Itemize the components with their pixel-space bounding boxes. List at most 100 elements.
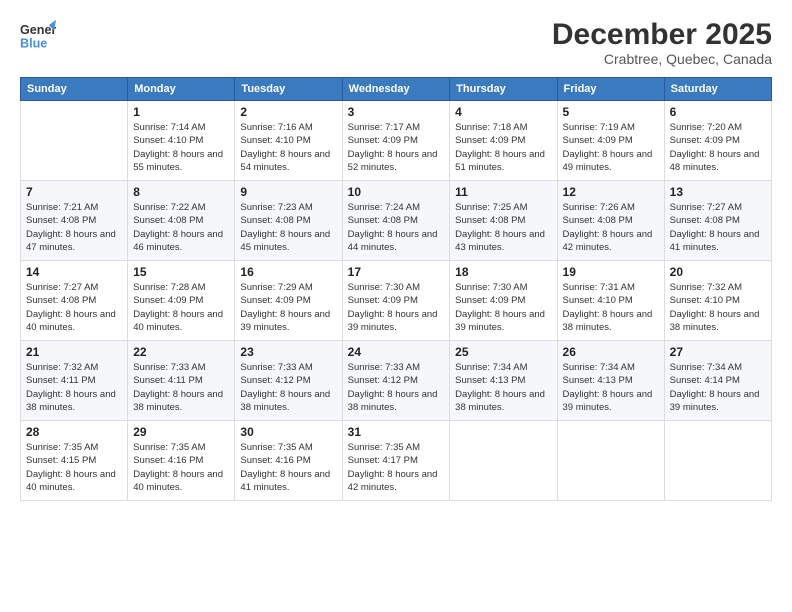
day-info: Sunrise: 7:33 AMSunset: 4:12 PMDaylight:… [240,361,336,414]
day-number: 7 [26,185,122,199]
weekday-header-friday: Friday [557,78,664,101]
calendar-cell: 12 Sunrise: 7:26 AMSunset: 4:08 PMDayligh… [557,181,664,261]
calendar-week-row: 1Sunrise: 7:14 AMSunset: 4:10 PMDaylight… [21,101,772,181]
day-info: Sunrise: 7:30 AMSunset: 4:09 PMDaylight:… [455,281,551,334]
day-info: Sunrise: 7:16 AMSunset: 4:10 PMDaylight:… [240,121,336,174]
day-info: Sunrise: 7:26 AMSunset: 4:08 PMDaylight:… [563,201,659,254]
day-number: 1 [133,105,229,119]
day-number: 26 [563,345,659,359]
calendar-cell: 25 Sunrise: 7:34 AMSunset: 4:13 PMDayligh… [450,341,557,421]
day-number: 28 [26,425,122,439]
day-number: 9 [240,185,336,199]
day-info: Sunrise: 7:19 AMSunset: 4:09 PMDaylight:… [563,121,659,174]
day-info: Sunrise: 7:27 AMSunset: 4:08 PMDaylight:… [26,281,122,334]
day-info: Sunrise: 7:29 AMSunset: 4:09 PMDaylight:… [240,281,336,334]
calendar-cell [664,421,771,501]
day-number: 14 [26,265,122,279]
calendar-cell: 20 Sunrise: 7:32 AMSunset: 4:10 PMDayligh… [664,261,771,341]
calendar-header-row: SundayMondayTuesdayWednesdayThursdayFrid… [21,78,772,101]
day-info: Sunrise: 7:18 AMSunset: 4:09 PMDaylight:… [455,121,551,174]
calendar-cell: 16 Sunrise: 7:29 AMSunset: 4:09 PMDayligh… [235,261,342,341]
logo-icon: General Blue [20,18,56,54]
calendar-cell [21,101,128,181]
weekday-header-tuesday: Tuesday [235,78,342,101]
calendar-cell [450,421,557,501]
calendar-cell: 31Sunrise: 7:35 AMSunset: 4:17 PMDayligh… [342,421,450,501]
logo: General Blue [20,18,60,54]
calendar-cell: 4 Sunrise: 7:18 AMSunset: 4:09 PMDaylight… [450,101,557,181]
calendar-cell: 10Sunrise: 7:24 AMSunset: 4:08 PMDayligh… [342,181,450,261]
location-subtitle: Crabtree, Quebec, Canada [552,51,772,67]
day-info: Sunrise: 7:32 AMSunset: 4:11 PMDaylight:… [26,361,122,414]
calendar-cell: 30 Sunrise: 7:35 AMSunset: 4:16 PMDayligh… [235,421,342,501]
calendar-cell: 27 Sunrise: 7:34 AMSunset: 4:14 PMDayligh… [664,341,771,421]
calendar-cell: 28 Sunrise: 7:35 AMSunset: 4:15 PMDayligh… [21,421,128,501]
day-info: Sunrise: 7:32 AMSunset: 4:10 PMDaylight:… [670,281,766,334]
calendar-cell: 1Sunrise: 7:14 AMSunset: 4:10 PMDaylight… [128,101,235,181]
calendar-cell: 8Sunrise: 7:22 AMSunset: 4:08 PMDaylight… [128,181,235,261]
calendar-cell: 7 Sunrise: 7:21 AMSunset: 4:08 PMDaylight… [21,181,128,261]
day-info: Sunrise: 7:25 AMSunset: 4:08 PMDaylight:… [455,201,551,254]
day-number: 6 [670,105,766,119]
calendar-cell: 24 Sunrise: 7:33 AMSunset: 4:12 PMDayligh… [342,341,450,421]
day-number: 21 [26,345,122,359]
svg-text:Blue: Blue [20,37,47,51]
calendar-table: SundayMondayTuesdayWednesdayThursdayFrid… [20,77,772,501]
month-title: December 2025 [552,18,772,51]
day-info: Sunrise: 7:23 AMSunset: 4:08 PMDaylight:… [240,201,336,254]
calendar-cell: 29 Sunrise: 7:35 AMSunset: 4:16 PMDayligh… [128,421,235,501]
calendar-cell: 5 Sunrise: 7:19 AMSunset: 4:09 PMDaylight… [557,101,664,181]
day-number: 30 [240,425,336,439]
calendar-cell: 2Sunrise: 7:16 AMSunset: 4:10 PMDaylight… [235,101,342,181]
day-info: Sunrise: 7:20 AMSunset: 4:09 PMDaylight:… [670,121,766,174]
calendar-week-row: 14 Sunrise: 7:27 AMSunset: 4:08 PMDayligh… [21,261,772,341]
calendar-cell [557,421,664,501]
day-number: 20 [670,265,766,279]
weekday-header-thursday: Thursday [450,78,557,101]
day-info: Sunrise: 7:33 AMSunset: 4:11 PMDaylight:… [133,361,229,414]
day-number: 15 [133,265,229,279]
day-number: 22 [133,345,229,359]
calendar-week-row: 21 Sunrise: 7:32 AMSunset: 4:11 PMDayligh… [21,341,772,421]
day-info: Sunrise: 7:27 AMSunset: 4:08 PMDaylight:… [670,201,766,254]
day-number: 12 [563,185,659,199]
day-number: 5 [563,105,659,119]
calendar-cell: 15 Sunrise: 7:28 AMSunset: 4:09 PMDayligh… [128,261,235,341]
day-info: Sunrise: 7:35 AMSunset: 4:15 PMDaylight:… [26,441,122,494]
day-info: Sunrise: 7:35 AMSunset: 4:16 PMDaylight:… [133,441,229,494]
day-number: 13 [670,185,766,199]
weekday-header-saturday: Saturday [664,78,771,101]
day-info: Sunrise: 7:21 AMSunset: 4:08 PMDaylight:… [26,201,122,254]
calendar-cell: 18 Sunrise: 7:30 AMSunset: 4:09 PMDayligh… [450,261,557,341]
weekday-header-wednesday: Wednesday [342,78,450,101]
weekday-header-sunday: Sunday [21,78,128,101]
calendar-cell: 14 Sunrise: 7:27 AMSunset: 4:08 PMDayligh… [21,261,128,341]
calendar-cell: 23 Sunrise: 7:33 AMSunset: 4:12 PMDayligh… [235,341,342,421]
day-number: 18 [455,265,551,279]
day-number: 8 [133,185,229,199]
day-number: 29 [133,425,229,439]
day-info: Sunrise: 7:34 AMSunset: 4:13 PMDaylight:… [455,361,551,414]
day-number: 31 [348,425,445,439]
day-number: 24 [348,345,445,359]
calendar-cell: 22 Sunrise: 7:33 AMSunset: 4:11 PMDayligh… [128,341,235,421]
calendar-week-row: 7 Sunrise: 7:21 AMSunset: 4:08 PMDaylight… [21,181,772,261]
day-number: 3 [348,105,445,119]
day-number: 16 [240,265,336,279]
day-number: 23 [240,345,336,359]
title-block: December 2025 Crabtree, Quebec, Canada [552,18,772,67]
day-number: 4 [455,105,551,119]
day-number: 27 [670,345,766,359]
day-info: Sunrise: 7:31 AMSunset: 4:10 PMDaylight:… [563,281,659,334]
day-number: 11 [455,185,551,199]
day-info: Sunrise: 7:28 AMSunset: 4:09 PMDaylight:… [133,281,229,334]
day-info: Sunrise: 7:34 AMSunset: 4:14 PMDaylight:… [670,361,766,414]
day-number: 19 [563,265,659,279]
day-info: Sunrise: 7:35 AMSunset: 4:16 PMDaylight:… [240,441,336,494]
calendar-cell: 17Sunrise: 7:30 AMSunset: 4:09 PMDayligh… [342,261,450,341]
day-number: 25 [455,345,551,359]
day-info: Sunrise: 7:34 AMSunset: 4:13 PMDaylight:… [563,361,659,414]
calendar-cell: 9 Sunrise: 7:23 AMSunset: 4:08 PMDaylight… [235,181,342,261]
day-info: Sunrise: 7:33 AMSunset: 4:12 PMDaylight:… [348,361,445,414]
day-info: Sunrise: 7:30 AMSunset: 4:09 PMDaylight:… [348,281,445,334]
